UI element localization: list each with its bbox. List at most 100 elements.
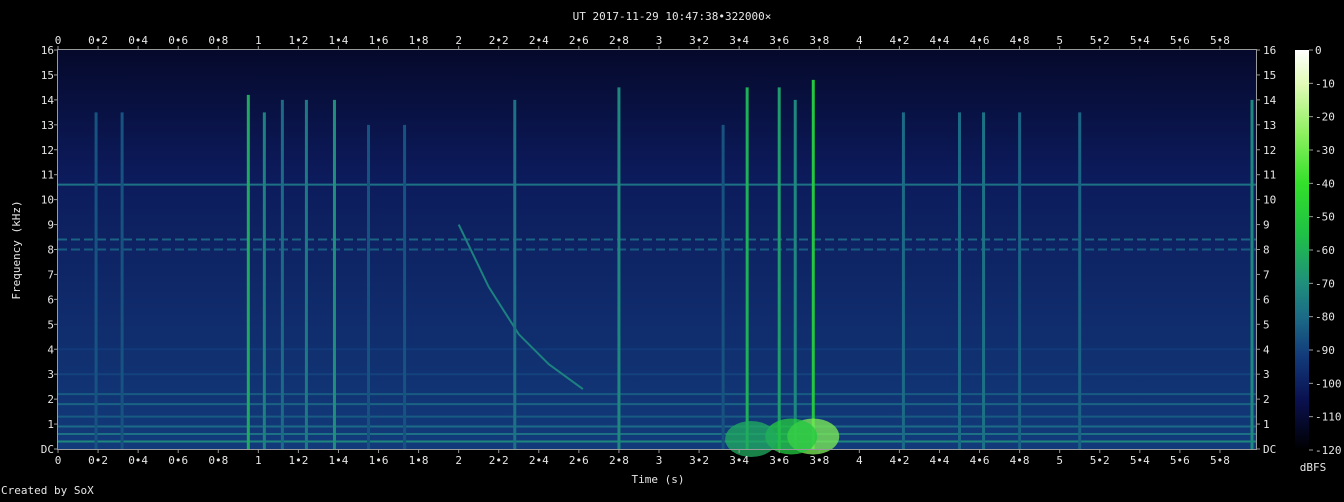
y-tick-label: 15 [41, 69, 54, 82]
x-tick-label: 2•6 [569, 454, 589, 467]
y-tick-label: 11 [41, 169, 54, 182]
x-tick-label: 4 [856, 454, 863, 467]
y-tick-label: DC [41, 443, 54, 456]
x-tick-label-top: 4•4 [930, 34, 950, 47]
x-tick-label-top: 1•2 [288, 34, 308, 47]
x-tick-label: 3•4 [729, 454, 749, 467]
x-tick-label: 1•4 [329, 454, 349, 467]
x-tick-label: 5•4 [1130, 454, 1150, 467]
x-tick-label-top: 2•6 [569, 34, 589, 47]
colorbar-tick-label: 0 [1315, 44, 1322, 57]
x-tick-label-top: 3•4 [729, 34, 749, 47]
x-tick-label: 2•2 [489, 454, 509, 467]
y-tick-label-right: 1 [1263, 418, 1270, 431]
x-tick-label: 4•6 [970, 454, 990, 467]
y-tick-label-right: 5 [1263, 318, 1270, 331]
colorbar-tick-label: -30 [1315, 144, 1335, 157]
energy-blob [725, 421, 778, 458]
y-tick-label-right: 4 [1263, 343, 1270, 356]
x-tick-label: 2 [455, 454, 462, 467]
x-tick-label: 5 [1056, 454, 1063, 467]
colorbar-tick-label: -80 [1315, 311, 1335, 324]
x-tick-label-top: 5•4 [1130, 34, 1150, 47]
y-tick-label-right: 14 [1263, 94, 1277, 107]
y-tick-label-right: DC [1263, 443, 1276, 456]
x-tick-label-top: 3•8 [809, 34, 829, 47]
x-tick-label-top: 4•8 [1010, 34, 1030, 47]
x-tick-label-top: 5•6 [1170, 34, 1190, 47]
y-tick-label: 7 [47, 268, 54, 281]
y-tick-label-right: 9 [1263, 219, 1270, 232]
y-axis-label: Frequency (kHz) [10, 200, 23, 299]
y-tick-label-right: 6 [1263, 293, 1270, 306]
x-tick-label: 0•4 [128, 454, 148, 467]
x-tick-label-top: 0•4 [128, 34, 148, 47]
x-tick-label: 4•2 [889, 454, 909, 467]
x-tick-label-top: 5 [1056, 34, 1063, 47]
x-tick-label: 0•2 [88, 454, 108, 467]
x-tick-label: 5•2 [1090, 454, 1110, 467]
colorbar [1295, 50, 1309, 450]
y-tick-label-right: 10 [1263, 194, 1276, 207]
x-tick-label: 5•8 [1210, 454, 1230, 467]
y-tick-label: 8 [47, 244, 54, 257]
x-axis-label: Time (s) [632, 473, 685, 486]
colorbar-ticks: 0 -10 -20 -30 -40 -50 -60 -70 -80 -90 -100 -110 -120 [1309, 44, 1342, 457]
y-tick-label-right: 16 [1263, 44, 1276, 57]
x-tick-label-top: 1•8 [409, 34, 429, 47]
y-tick-label: 13 [41, 119, 54, 132]
spectrogram-figure: UT 2017-11-29 10:47:38•322000× 0 0 0•2 0•2 0… [0, 0, 1344, 498]
x-tick-label-top: 2•8 [609, 34, 629, 47]
colorbar-tick-label: -120 [1315, 444, 1342, 457]
y-tick-label: 12 [41, 144, 54, 157]
x-tick-label: 0 [55, 454, 62, 467]
colorbar-tick-label: -70 [1315, 277, 1335, 290]
x-tick-label: 1•8 [409, 454, 429, 467]
y-tick-label: 14 [41, 94, 55, 107]
chart-title: UT 2017-11-29 10:47:38•322000× [573, 10, 772, 23]
y-tick-label: 2 [47, 393, 54, 406]
x-tick-label: 2•4 [529, 454, 549, 467]
colorbar-tick-label: -50 [1315, 211, 1335, 224]
colorbar-tick-label: -90 [1315, 344, 1335, 357]
x-tick-label-top: 5•2 [1090, 34, 1110, 47]
y-tick-label: 4 [47, 343, 54, 356]
y-tick-label-right: 2 [1263, 393, 1270, 406]
colorbar-tick-label: -20 [1315, 111, 1335, 124]
x-tick-label-top: 3•2 [689, 34, 709, 47]
y-tick-label: 9 [47, 219, 54, 232]
sox-credit: Created by SoX [1, 484, 94, 497]
x-tick-label: 1 [255, 454, 262, 467]
x-tick-label-top: 1 [255, 34, 262, 47]
x-tick-label: 0•6 [168, 454, 188, 467]
x-tick-label: 3•6 [769, 454, 789, 467]
colorbar-tick-label: -40 [1315, 177, 1335, 190]
x-tick-label: 1•6 [369, 454, 389, 467]
x-tick-label-top: 4•2 [889, 34, 909, 47]
x-tick-label: 2•8 [609, 454, 629, 467]
x-tick-label: 1•2 [288, 454, 308, 467]
spectrogram-svg: UT 2017-11-29 10:47:38•322000× 0 0 0•2 0•2 0… [1, 10, 1342, 497]
x-tick-label: 5•6 [1170, 454, 1190, 467]
y-tick-label: 1 [47, 418, 54, 431]
colorbar-tick-label: -60 [1315, 244, 1335, 257]
x-tick-label-top: 2 [455, 34, 462, 47]
y-tick-label: 5 [47, 318, 54, 331]
y-tick-label-right: 15 [1263, 69, 1276, 82]
y-tick-label: 10 [41, 194, 54, 207]
colorbar-tick-label: -100 [1315, 377, 1342, 390]
x-tick-label-top: 2•2 [489, 34, 509, 47]
y-tick-label-right: 13 [1263, 119, 1276, 132]
colorbar-label: dBFS [1300, 461, 1327, 474]
y-tick-label-right: 11 [1263, 169, 1276, 182]
x-tick-label: 3 [656, 454, 663, 467]
x-tick-label-top: 4 [856, 34, 863, 47]
y-tick-label-right: 3 [1263, 368, 1270, 381]
x-tick-label-top: 0 [55, 34, 62, 47]
x-tick-label-top: 4•6 [970, 34, 990, 47]
y-tick-label: 6 [47, 293, 54, 306]
spectrogram-plot [58, 50, 1256, 458]
x-tick-label-top: 5•8 [1210, 34, 1230, 47]
x-tick-label: 0•8 [208, 454, 228, 467]
x-tick-label-top: 0•6 [168, 34, 188, 47]
